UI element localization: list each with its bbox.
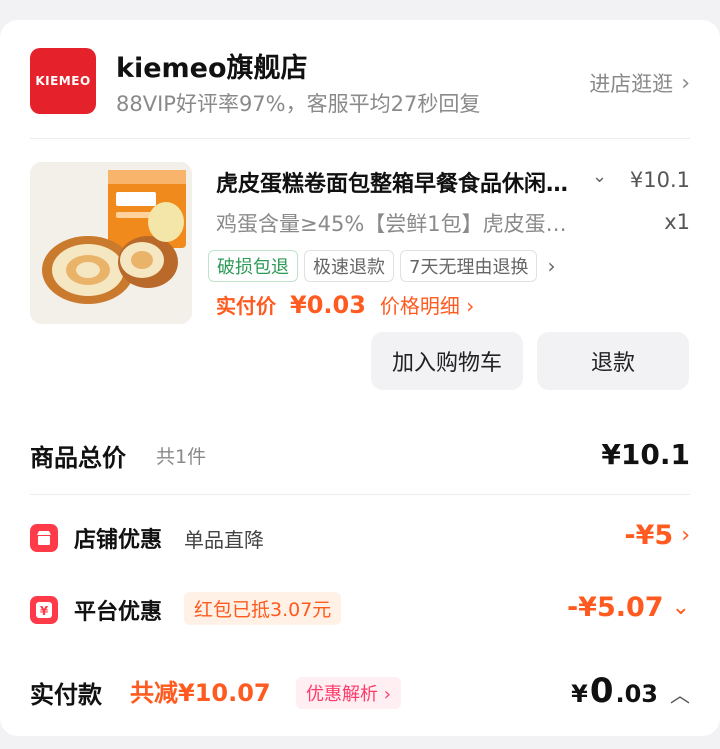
order-card: KIEMEO kiemeo旗舰店 88VIP好评率97%，客服平均27秒回复 进… [0, 20, 720, 736]
chevron-right-icon: › [681, 70, 690, 96]
paid-total-decimal: .03 [615, 680, 658, 708]
total-price-row: 商品总价 共1件 ¥10.1 [30, 438, 690, 478]
price-detail-link[interactable]: 价格明细 › [380, 290, 474, 319]
total-price-title: 商品总价 [30, 444, 126, 472]
chevron-right-icon: › [383, 684, 391, 705]
platform-discount-value: -¥5.07 ⌄ [567, 592, 690, 623]
red-packet-chip: 红包已抵3.07元 [184, 592, 342, 625]
shop-logo-text: KIEMEO [35, 74, 91, 88]
refund-button[interactable]: 退款 [537, 332, 689, 390]
paid-price-amount: ¥0.03 [290, 291, 366, 319]
product-image[interactable] [30, 162, 192, 324]
paid-total-currency: ¥ [571, 680, 588, 708]
shop-discount-row[interactable]: 店铺优惠 单品直降 -¥5 › [30, 520, 690, 560]
shop-discount-value: -¥5 › [624, 520, 690, 551]
shop-discount-label: 店铺优惠 [74, 528, 163, 553]
tag-fast-refund: 极速退款 [304, 250, 394, 282]
paid-price-label: 实付价 [216, 294, 276, 318]
paid-total-value: ¥ 0 .03 ︿ [571, 671, 690, 711]
chevron-right-icon: › [466, 294, 475, 318]
paid-price-row: 实付价 ¥0.03 价格明细 › [216, 290, 474, 319]
tag-damage-refund: 破损包退 [208, 250, 298, 282]
chevron-right-icon[interactable]: › [681, 523, 690, 548]
paid-total-label: 实付款 [30, 681, 102, 709]
shop-logo[interactable]: KIEMEO [30, 48, 96, 114]
product-item: 虎皮蛋糕卷面包整箱早餐食品休闲零食 ⌄ ¥10.1 鸡蛋含量≥45%【尝鲜1包】… [30, 162, 690, 402]
total-price-value: ¥10.1 [601, 438, 690, 471]
chevron-down-icon[interactable]: ⌄ [592, 166, 607, 187]
platform-discount-amount: -¥5.07 [566, 592, 664, 623]
svg-text:¥: ¥ [40, 604, 49, 618]
product-title[interactable]: 虎皮蛋糕卷面包整箱早餐食品休闲零食 [216, 166, 576, 198]
product-spec[interactable]: 鸡蛋含量≥45%【尝鲜1包】虎皮蛋糕卷 [216, 208, 576, 238]
tag-7day-return: 7天无理由退换 [400, 250, 538, 282]
total-reduction: 共减¥10.07 [130, 679, 271, 707]
paid-total-integer: 0 [589, 671, 614, 711]
platform-discount-row[interactable]: ¥ 平台优惠 红包已抵3.07元 -¥5.07 ⌄ [30, 592, 690, 632]
chevron-up-icon[interactable]: ︿ [670, 679, 690, 708]
chevron-down-icon[interactable]: ⌄ [672, 595, 690, 620]
chevron-right-icon[interactable]: › [547, 254, 555, 278]
shop-icon [30, 524, 58, 552]
paid-total-row: 实付款 共减¥10.07 优惠解析 › ¥ 0 .03 ︿ [30, 671, 690, 715]
discount-analysis-label: 优惠解析 [306, 684, 378, 705]
add-to-cart-button[interactable]: 加入购物车 [371, 332, 523, 390]
visit-shop-link[interactable]: 进店逛逛 › [589, 68, 690, 98]
shop-discount-type: 单品直降 [184, 528, 264, 552]
shop-header: KIEMEO kiemeo旗舰店 88VIP好评率97%，客服平均27秒回复 进… [30, 46, 690, 116]
product-price: ¥10.1 [629, 168, 690, 192]
visit-shop-label: 进店逛逛 [589, 72, 674, 96]
shop-subtitle: 88VIP好评率97%，客服平均27秒回复 [116, 92, 481, 116]
product-quantity: x1 [664, 210, 690, 234]
divider [30, 494, 690, 495]
yen-icon: ¥ [30, 596, 58, 624]
item-count: 共1件 [156, 446, 207, 468]
service-tags[interactable]: 破损包退 极速退款 7天无理由退换 › [208, 250, 555, 282]
shop-name[interactable]: kiemeo旗舰店 [116, 46, 308, 85]
platform-discount-label: 平台优惠 [74, 600, 163, 625]
price-detail-label: 价格明细 [379, 294, 460, 318]
product-image-art [30, 162, 192, 324]
discount-analysis-link[interactable]: 优惠解析 › [296, 677, 401, 709]
divider [30, 138, 690, 139]
shop-discount-amount: -¥5 [624, 520, 674, 551]
